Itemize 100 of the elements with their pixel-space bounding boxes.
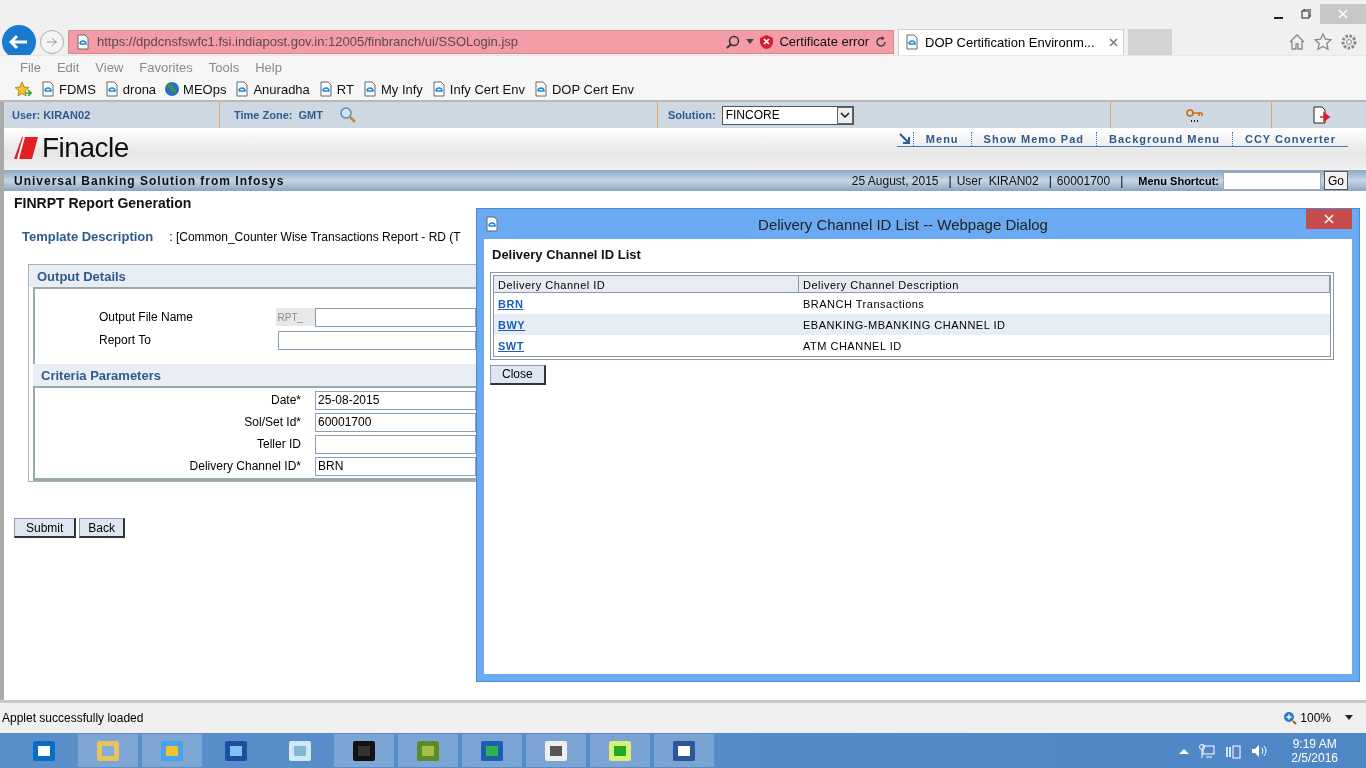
refresh-icon[interactable] [875, 35, 887, 48]
criteria-field[interactable] [315, 434, 476, 454]
column-header: Delivery Channel Description [799, 276, 1330, 293]
nav-link[interactable]: Menu [912, 132, 971, 146]
favorite-link[interactable]: drona [103, 81, 157, 97]
browser-tab[interactable]: DOP Certification Environm... [898, 28, 1124, 55]
star-icon[interactable] [1314, 32, 1332, 51]
favorite-link[interactable]: Infy Cert Env [430, 81, 525, 97]
criteria-field[interactable]: BRN [315, 456, 476, 476]
close-icon [1324, 214, 1334, 224]
file-prefix: RPT_ [275, 308, 315, 326]
section-header: Criteria Parameters [33, 364, 476, 386]
shield-icon [760, 34, 774, 49]
page-icon [484, 216, 500, 232]
zoom-icon[interactable] [1283, 711, 1298, 725]
page-title: FINRPT Report Generation [14, 195, 193, 211]
search-icon[interactable] [338, 106, 357, 124]
logout-icon[interactable] [1312, 106, 1330, 124]
clock[interactable]: 9:19 AM 2/5/2016 [1291, 736, 1338, 765]
back-arrow-icon [9, 33, 29, 50]
criteria-field[interactable]: 60001700 [315, 412, 476, 432]
page-icon [904, 34, 920, 50]
minimize-icon [1273, 17, 1283, 19]
field-label: Teller ID [256, 437, 302, 451]
address-bar[interactable]: https://dpdcnsfswfc1.fsi.indiapost.gov.in:12005/finbranch/ui/SSOLogin.jsp Certificate error [68, 29, 894, 54]
dialog-title: Delivery Channel ID List -- Webpage Dialog [757, 215, 1049, 233]
arrow-icon[interactable] [896, 132, 913, 146]
field-label: Sol/Set Id* [243, 415, 302, 429]
close-icon [1338, 9, 1348, 19]
nav-link[interactable]: CCY Converter [1231, 132, 1348, 146]
sol-id-text: 60001700 [1056, 173, 1111, 188]
field-label: Date* [269, 393, 302, 407]
table-cell-text: BRANCH Transactions [802, 297, 926, 310]
go-button[interactable]: Go [1324, 171, 1348, 190]
network-icon[interactable] [1199, 742, 1216, 759]
table-cell-text: EBANKING-MBANKING CHANNEL ID [802, 318, 1007, 331]
dialog-heading: Delivery Channel ID List [491, 246, 642, 264]
taskbar-button[interactable] [654, 734, 714, 767]
channel-id-link[interactable]: BRN [498, 297, 524, 310]
page-icon [317, 81, 334, 97]
close-dialog-button[interactable]: Close [490, 364, 546, 385]
favorite-link[interactable]: RT [317, 81, 354, 97]
favorites-star-icon[interactable] [14, 80, 32, 98]
url-text: https://dpdcnsfswfc1.fsi.indiapost.gov.in:12005/finbranch/ui/SSOLogin.jsp [97, 34, 520, 49]
search-icon [726, 34, 741, 49]
channel-id-link[interactable]: SWT [498, 339, 524, 352]
key-icon[interactable] [1186, 107, 1204, 123]
favorite-link[interactable]: MEOps [164, 81, 227, 97]
separator: | [1048, 173, 1052, 188]
close-button[interactable] [1306, 209, 1352, 229]
taskbar-button[interactable] [526, 734, 586, 767]
close-icon[interactable] [1109, 37, 1118, 47]
page-icon [533, 81, 549, 97]
page-icon [361, 81, 378, 97]
table-cell-text: ATM CHANNEL ID [802, 339, 903, 352]
form-button[interactable]: Submit [14, 518, 77, 538]
favorite-link[interactable]: My Infy [361, 81, 423, 97]
taskbar-button[interactable] [334, 734, 394, 767]
page-icon [75, 33, 91, 50]
favorite-link[interactable]: Anuradha [234, 81, 310, 97]
session-user-text: User KIRAN02 [956, 173, 1039, 188]
solution-label: Solution: [668, 109, 716, 121]
table-row[interactable]: BWY EBANKING-MBANKING CHANNEL ID [494, 314, 1330, 335]
forward-button[interactable] [40, 29, 64, 54]
forward-arrow-icon [46, 36, 58, 47]
report-to-field[interactable] [278, 330, 476, 350]
time-zone-value: GMT [298, 109, 323, 121]
logo-text: Finacle [42, 132, 129, 164]
criteria-field[interactable]: 25-08-2015 [315, 390, 476, 410]
form-button[interactable]: Back [79, 518, 126, 538]
tagline: Universal Banking Solution from Infosys [14, 173, 286, 188]
home-icon[interactable] [1288, 32, 1306, 51]
logo-mark-icon [14, 137, 38, 159]
caret-icon [746, 39, 755, 44]
column-header: Delivery Channel ID [494, 276, 799, 293]
nav-link[interactable]: Background Menu [1096, 132, 1232, 146]
page-icon [234, 81, 251, 97]
chevron-up-icon[interactable] [1179, 747, 1190, 754]
solution-dropdown[interactable]: FINCORE [721, 105, 854, 125]
favorite-link[interactable]: FDMS [40, 81, 96, 97]
channel-id-link[interactable]: BWY [498, 318, 526, 331]
globe-icon [164, 81, 181, 97]
field-label: Delivery Channel ID* [188, 459, 302, 473]
chevron-down-icon [836, 106, 853, 124]
menu-shortcut-field[interactable] [1223, 171, 1321, 190]
settings-icon[interactable] [1340, 32, 1358, 51]
output-file-name-field[interactable] [315, 307, 476, 327]
page-icon [430, 81, 447, 97]
battery-icon[interactable] [1225, 742, 1242, 759]
caret-icon[interactable] [1342, 715, 1356, 721]
certificate-error-text[interactable]: Certificate error [779, 34, 869, 49]
separator: | [948, 173, 952, 188]
restore-icon [1301, 9, 1311, 19]
favorite-link[interactable]: DOP Cert Env [533, 81, 635, 97]
zoom-level[interactable]: 100% [1300, 711, 1331, 725]
template-label: Template Description [22, 229, 154, 244]
section-header: Output Details [29, 265, 476, 287]
status-message: Applet successfully loaded [2, 711, 144, 725]
nav-link[interactable]: Show Memo Pad [970, 132, 1096, 146]
field-label: Report To [98, 333, 152, 347]
